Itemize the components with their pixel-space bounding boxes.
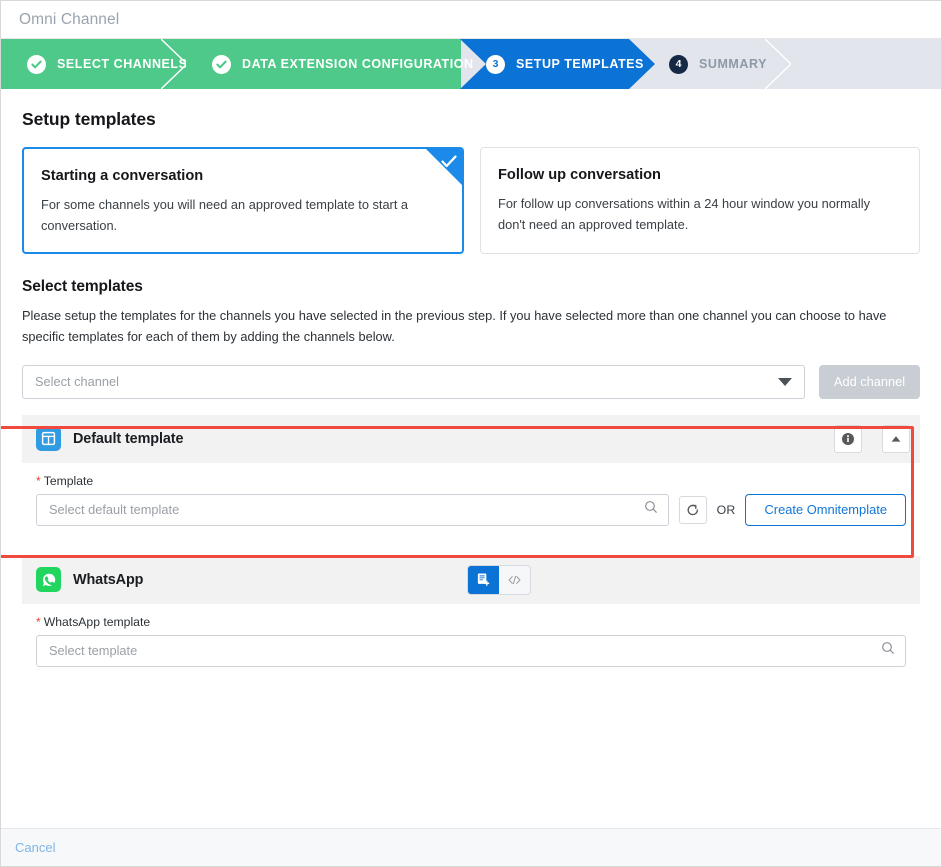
card-title: Starting a conversation xyxy=(41,168,440,184)
page-title: Setup templates xyxy=(22,109,920,130)
template-mode-button[interactable] xyxy=(468,566,499,594)
card-description: For some channels you will need an appro… xyxy=(41,195,440,236)
or-label: OR xyxy=(717,503,736,517)
step-data-extension-configuration[interactable]: DATA EXTENSION CONFIGURATION xyxy=(186,39,461,89)
required-marker: * xyxy=(36,474,41,488)
step-number-badge: 4 xyxy=(669,55,688,74)
conversation-type-cards: Starting a conversation For some channel… xyxy=(22,147,920,254)
panel-title: Default template xyxy=(73,431,183,447)
panel-header: WhatsApp xyxy=(22,556,920,604)
create-omnitemplate-button[interactable]: Create Omnitemplate xyxy=(745,494,906,526)
refresh-button[interactable] xyxy=(679,496,707,524)
select-templates-heading: Select templates xyxy=(22,278,920,296)
add-channel-button[interactable]: Add channel xyxy=(819,365,920,399)
step-select-channels[interactable]: SELECT CHANNELS xyxy=(1,39,186,89)
cancel-link[interactable]: Cancel xyxy=(15,840,55,855)
window-titlebar: Omni Channel xyxy=(1,1,941,39)
panel-whatsapp: WhatsApp xyxy=(22,556,920,679)
input-placeholder: Select template xyxy=(49,643,881,658)
template-field-row: Select default template OR Create Omnite… xyxy=(36,494,906,526)
default-template-input[interactable]: Select default template xyxy=(36,494,669,526)
card-starting-a-conversation[interactable]: Starting a conversation For some channel… xyxy=(22,147,464,254)
step-label: DATA EXTENSION CONFIGURATION xyxy=(242,57,474,71)
whatsapp-mode-toggle xyxy=(467,565,531,595)
card-follow-up-conversation[interactable]: Follow up conversation For follow up con… xyxy=(480,147,920,254)
required-marker: * xyxy=(36,615,41,629)
channel-select-placeholder: Select channel xyxy=(35,374,778,389)
wizard-stepper: SELECT CHANNELS DATA EXTENSION CONFIGURA… xyxy=(1,39,941,89)
panel-body: *WhatsApp template Select template xyxy=(22,604,920,679)
panel-body: *Template Select default template xyxy=(22,463,920,538)
window-title: Omni Channel xyxy=(19,11,119,29)
channel-select[interactable]: Select channel xyxy=(22,365,805,399)
main-content: Setup templates Starting a conversation … xyxy=(1,89,941,828)
omni-channel-window: Omni Channel SELECT CHANNELS DATA EXTENS… xyxy=(0,0,942,867)
select-templates-description: Please setup the templates for the chann… xyxy=(22,306,917,347)
step-number: 3 xyxy=(486,55,505,74)
field-label-text: Template xyxy=(44,474,93,488)
search-icon xyxy=(881,641,895,660)
step-number-badge: 3 xyxy=(486,55,505,74)
whatsapp-template-field-row: Select template xyxy=(36,635,906,667)
step-divider-icon xyxy=(765,39,791,89)
channel-selector-row: Select channel Add channel xyxy=(22,365,920,399)
whatsapp-template-input[interactable]: Select template xyxy=(36,635,906,667)
step-summary[interactable]: 4 SUMMARY xyxy=(655,39,790,89)
collapse-button[interactable] xyxy=(882,425,910,453)
footer-bar: Cancel xyxy=(1,828,941,866)
input-placeholder: Select default template xyxy=(49,502,644,517)
step-complete-icon xyxy=(27,55,46,74)
chevron-down-icon xyxy=(778,378,792,386)
panel-header: Default template xyxy=(22,415,920,463)
field-label-text: WhatsApp template xyxy=(44,615,150,629)
selected-check-icon xyxy=(426,149,462,185)
step-label: SETUP TEMPLATES xyxy=(516,57,644,71)
code-mode-button[interactable] xyxy=(499,566,530,594)
panel-title: WhatsApp xyxy=(73,572,143,588)
search-icon xyxy=(644,500,658,519)
card-description: For follow up conversations within a 24 … xyxy=(498,194,897,235)
card-title: Follow up conversation xyxy=(498,167,897,183)
panel-default-template: Default template *Template xyxy=(22,415,920,538)
whatsapp-icon xyxy=(36,567,61,592)
whatsapp-template-field-label: *WhatsApp template xyxy=(36,615,906,629)
layout-icon xyxy=(36,426,61,451)
step-label: SELECT CHANNELS xyxy=(57,57,187,71)
info-button[interactable] xyxy=(834,425,862,453)
step-setup-templates[interactable]: 3 SETUP TEMPLATES xyxy=(460,39,655,89)
step-complete-icon xyxy=(212,55,231,74)
template-field-label: *Template xyxy=(36,474,906,488)
step-number: 4 xyxy=(669,55,688,74)
step-label: SUMMARY xyxy=(699,57,767,71)
